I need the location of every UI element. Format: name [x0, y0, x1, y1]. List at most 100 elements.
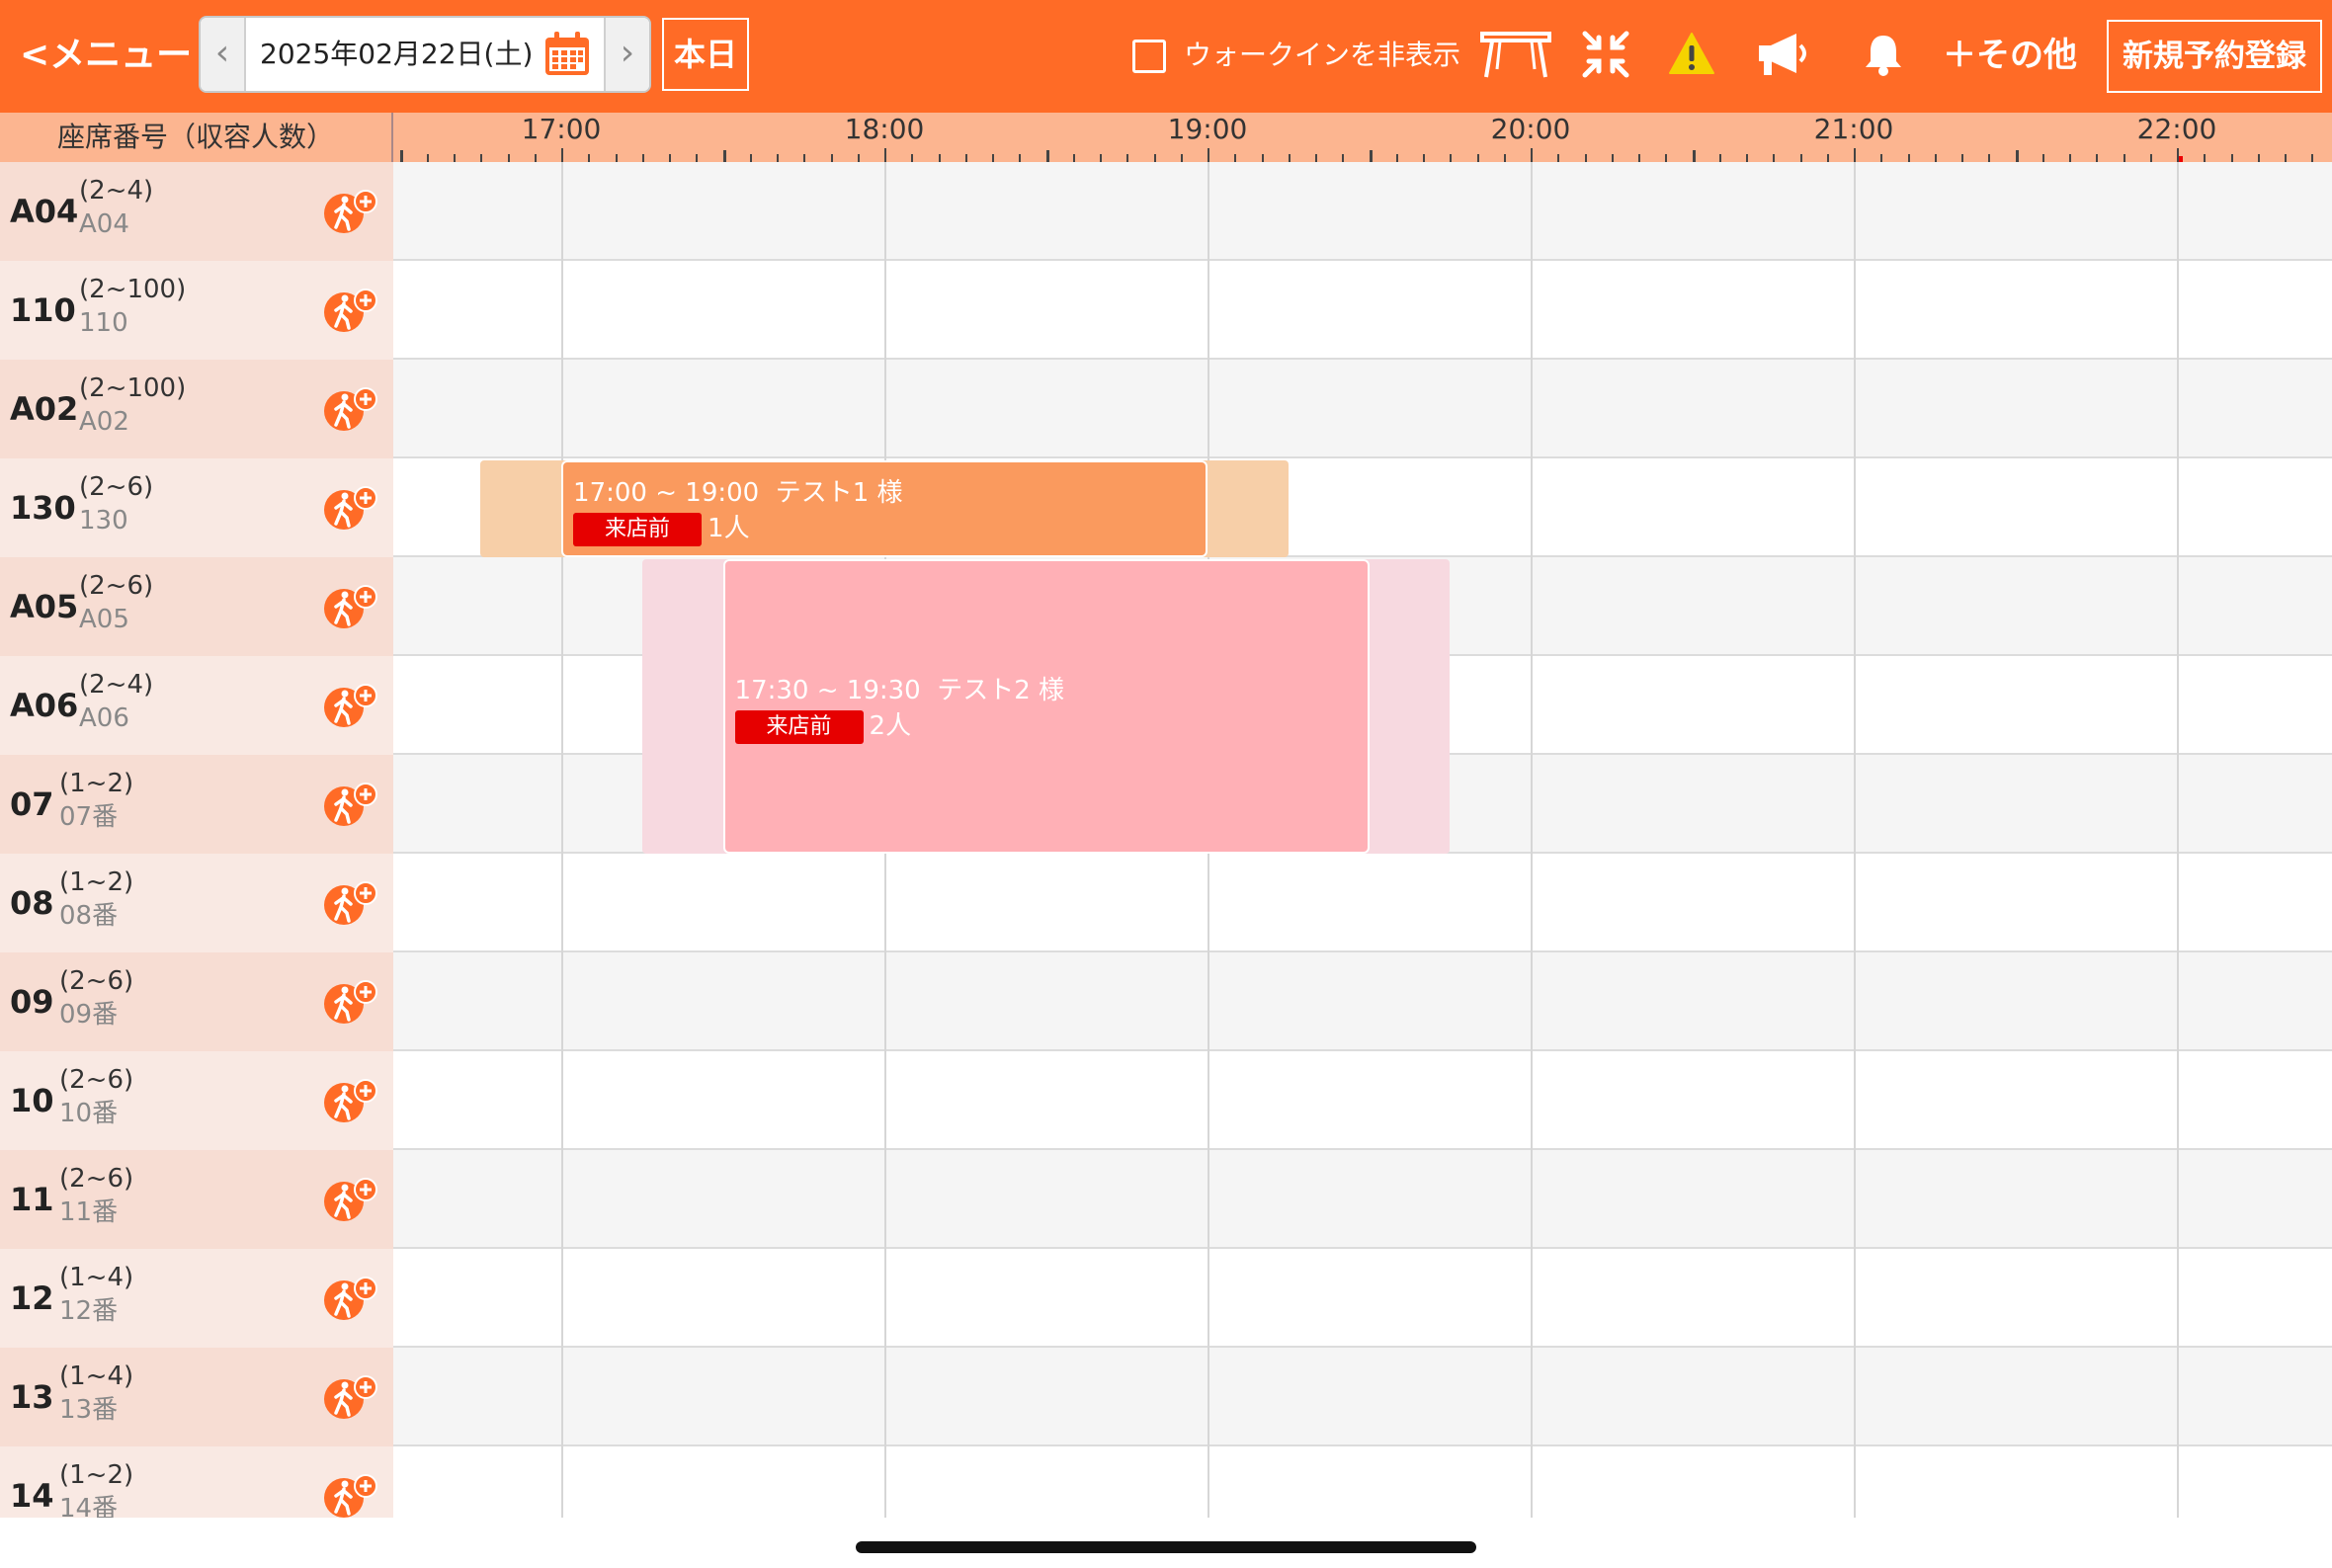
today-button[interactable]: 本日 — [662, 18, 749, 91]
walkin-add-icon[interactable] — [322, 781, 381, 828]
seat-cell[interactable]: 10 (2~6) 10番 — [0, 1051, 393, 1150]
time-tick — [1342, 154, 1345, 162]
seat-label: 07番 — [59, 802, 119, 832]
timeline-row[interactable] — [393, 1348, 2332, 1446]
hour-gridline — [561, 755, 564, 854]
timeline-row[interactable] — [393, 1446, 2332, 1518]
walkin-hide-label[interactable]: ウォークインを非表示 — [1184, 34, 1460, 77]
time-tick — [1880, 154, 1883, 162]
previous-day-button[interactable]: ‹ — [201, 18, 246, 91]
warning-icon[interactable] — [1668, 32, 1715, 75]
hour-gridline — [2177, 261, 2180, 360]
seat-label: 110 — [79, 308, 128, 338]
time-tick — [830, 154, 833, 162]
walkin-add-icon[interactable] — [322, 1077, 381, 1124]
timeline-row[interactable] — [393, 1051, 2332, 1150]
time-tick — [480, 154, 483, 162]
timeline-row[interactable] — [393, 1249, 2332, 1348]
hour-gridline — [561, 162, 564, 261]
menu-back-button[interactable]: <メニュー — [20, 28, 192, 83]
time-tick — [1826, 154, 1829, 162]
walkin-add-icon[interactable] — [322, 682, 381, 729]
time-tick — [1665, 154, 1668, 162]
seat-capacity: (2~100) — [79, 275, 187, 304]
seat-cell[interactable]: 110 (2~100) 110 — [0, 261, 393, 360]
walkin-add-icon[interactable] — [322, 583, 381, 630]
time-tick — [2069, 154, 2072, 162]
walkin-add-icon[interactable] — [322, 188, 381, 235]
timeline-row[interactable] — [393, 854, 2332, 952]
hour-label: 17:00 — [521, 113, 602, 145]
walkin-add-icon[interactable] — [322, 1472, 381, 1518]
hour-gridline — [2177, 1150, 2180, 1249]
walkin-hide-checkbox[interactable] — [1132, 40, 1166, 73]
party-size: 2人 — [869, 711, 912, 741]
walkin-add-icon[interactable] — [322, 1373, 381, 1421]
seat-cell[interactable]: A06 (2~4) A06 — [0, 656, 393, 755]
hour-gridline — [1531, 1051, 1534, 1150]
time-tick — [2149, 154, 2152, 162]
other-menu-button[interactable]: ＋その他 — [1943, 28, 2077, 83]
time-tick — [2204, 154, 2207, 162]
reservation-block[interactable]: 17:30 ~ 19:30 テスト2 様来店前 2人 — [722, 559, 1370, 854]
timeline-row[interactable] — [393, 360, 2332, 458]
new-reservation-button[interactable]: 新規予約登録 — [2107, 20, 2322, 93]
time-tick — [1718, 154, 1721, 162]
seat-cell[interactable]: 12 (1~4) 12番 — [0, 1249, 393, 1348]
current-date[interactable]: 2025年02月22日(土) — [260, 18, 533, 91]
reservation-block[interactable]: 17:00 ~ 19:00 テスト1 様来店前 1人 — [561, 460, 1208, 557]
seat-number: 14 — [10, 1477, 54, 1515]
seat-number: 110 — [10, 291, 76, 329]
seat-row: 14 (1~2) 14番 — [0, 1446, 2332, 1518]
seat-cell[interactable]: 130 (2~6) 130 — [0, 458, 393, 557]
seat-number: 12 — [10, 1279, 54, 1317]
seat-cell[interactable]: 09 (2~6) 09番 — [0, 952, 393, 1051]
timeline-row[interactable] — [393, 261, 2332, 360]
seat-number: A02 — [10, 390, 79, 428]
walkin-add-icon[interactable] — [322, 978, 381, 1026]
timeline-row[interactable] — [393, 162, 2332, 261]
seat-cell[interactable]: A02 (2~100) A02 — [0, 360, 393, 458]
seat-cell[interactable]: 11 (2~6) 11番 — [0, 1150, 393, 1249]
date-picker: ‹ 2025年02月22日(土) › — [199, 16, 651, 93]
walkin-add-icon[interactable] — [322, 1176, 381, 1223]
seat-cell[interactable]: A04 (2~4) A04 — [0, 162, 393, 261]
walkin-add-icon[interactable] — [322, 1275, 381, 1322]
seat-cell[interactable]: 08 (1~2) 08番 — [0, 854, 393, 952]
seat-cell[interactable]: 13 (1~4) 13番 — [0, 1348, 393, 1446]
time-tick — [1288, 154, 1291, 162]
seat-number: A04 — [10, 193, 79, 230]
hour-gridline — [1531, 162, 1534, 261]
hour-gridline — [561, 360, 564, 458]
hour-gridline — [561, 1150, 564, 1249]
hour-gridline — [1208, 1150, 1210, 1249]
bell-icon[interactable] — [1864, 32, 1903, 77]
time-tick — [911, 154, 914, 162]
calendar-icon[interactable] — [542, 30, 592, 79]
seat-cell[interactable]: A05 (2~6) A05 — [0, 557, 393, 656]
timeline-row[interactable] — [393, 952, 2332, 1051]
seat-cell[interactable]: 07 (1~2) 07番 — [0, 755, 393, 854]
time-tick — [1854, 148, 1857, 162]
walkin-add-icon[interactable] — [322, 385, 381, 433]
seat-capacity: (1~2) — [59, 769, 134, 798]
seat-cell[interactable]: 14 (1~2) 14番 — [0, 1446, 393, 1518]
time-tick — [1934, 154, 1937, 162]
hour-gridline — [1208, 1348, 1210, 1446]
time-tick — [696, 154, 699, 162]
hour-label: 21:00 — [1813, 113, 1894, 145]
hour-gridline — [2177, 1446, 2180, 1518]
table-icon[interactable] — [1480, 30, 1551, 81]
walkin-add-icon[interactable] — [322, 879, 381, 927]
walkin-add-icon[interactable] — [322, 287, 381, 334]
walkin-add-icon[interactable] — [322, 484, 381, 532]
timeline-row[interactable] — [393, 1150, 2332, 1249]
time-tick — [454, 154, 457, 162]
seat-column-header: 座席番号（収容人数） — [0, 113, 393, 162]
megaphone-icon[interactable] — [1757, 32, 1810, 77]
seat-label: 10番 — [59, 1099, 119, 1128]
next-day-button[interactable]: › — [604, 18, 649, 91]
collapse-icon[interactable] — [1581, 30, 1630, 79]
seat-row: 11 (2~6) 11番 — [0, 1150, 2332, 1249]
seat-number: 08 — [10, 884, 54, 922]
